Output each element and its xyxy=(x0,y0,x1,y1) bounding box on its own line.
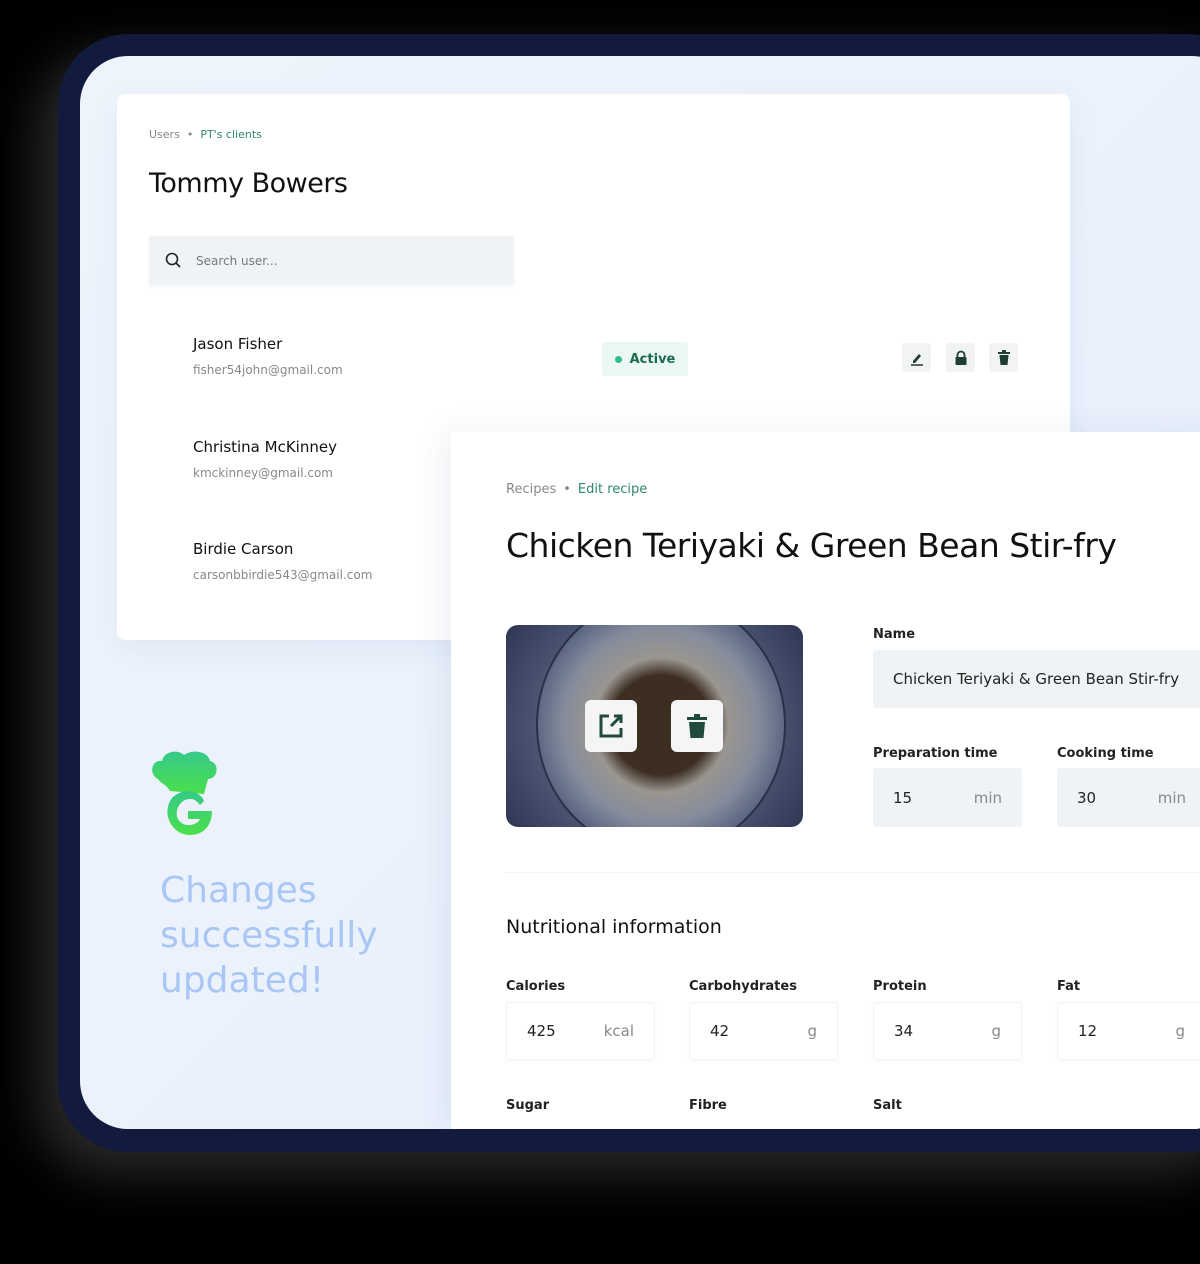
name-value: Chicken Teriyaki & Green Bean Stir-fry xyxy=(893,670,1180,688)
breadcrumb-recipes[interactable]: Recipes xyxy=(506,482,556,497)
protein-unit: g xyxy=(991,1022,1001,1040)
cook-time-label: Cooking time xyxy=(1057,746,1154,761)
breadcrumb-pt-clients[interactable]: PT's clients xyxy=(200,128,262,141)
divider xyxy=(506,872,1200,873)
protein-input[interactable]: 34 g xyxy=(873,1002,1022,1060)
user-name: Birdie Carson xyxy=(193,540,294,558)
recipe-title: Chicken Teriyaki & Green Bean Stir-fry xyxy=(506,526,1117,565)
prep-time-unit: min xyxy=(973,788,1002,807)
carbs-unit: g xyxy=(807,1022,817,1040)
user-email: carsonbbirdie543@gmail.com xyxy=(193,568,373,582)
status-label: Active xyxy=(629,351,676,367)
prep-time-input[interactable]: 15 min xyxy=(873,768,1022,827)
protein-value: 34 xyxy=(894,1022,914,1040)
fat-input[interactable]: 12 g xyxy=(1057,1002,1200,1060)
open-external-icon xyxy=(599,714,623,738)
sugar-label: Sugar xyxy=(506,1098,550,1113)
food-plate xyxy=(536,625,786,827)
cook-time-input[interactable]: 30 min xyxy=(1057,768,1200,827)
success-message: Changes successfully updated! xyxy=(160,870,378,1001)
lock-icon xyxy=(955,350,966,365)
carbs-label: Carbohydrates xyxy=(689,979,797,994)
app-logo xyxy=(148,749,220,841)
prep-time-label: Preparation time xyxy=(873,746,998,761)
prep-time-value: 15 xyxy=(893,788,913,807)
open-image-button[interactable] xyxy=(585,700,637,752)
salt-label: Salt xyxy=(873,1098,902,1113)
lock-button[interactable] xyxy=(946,343,975,372)
breadcrumb: Users • PT's clients xyxy=(149,128,262,141)
carbs-value: 42 xyxy=(710,1022,730,1040)
carbs-input[interactable]: 42 g xyxy=(689,1002,838,1060)
nutrition-title: Nutritional information xyxy=(506,916,722,938)
breadcrumb-edit-recipe[interactable]: Edit recipe xyxy=(578,482,647,497)
fibre-label: Fibre xyxy=(689,1098,727,1113)
breadcrumb: Recipes • Edit recipe xyxy=(506,482,648,497)
recipe-card: Recipes • Edit recipe Chicken Teriyaki & G… xyxy=(451,432,1200,1129)
trash-icon xyxy=(997,350,1010,365)
search-bar xyxy=(149,236,514,285)
search-input[interactable] xyxy=(196,253,496,268)
user-row[interactable]: Jason Fisher fisher54john@gmail.com xyxy=(193,335,343,377)
calories-input[interactable]: 425 kcal xyxy=(506,1002,655,1060)
breadcrumb-users[interactable]: Users xyxy=(149,128,180,141)
cook-time-value: 30 xyxy=(1077,788,1097,807)
user-email: kmckinney@gmail.com xyxy=(193,466,333,480)
protein-label: Protein xyxy=(873,979,927,994)
trash-icon xyxy=(687,714,707,738)
search-icon xyxy=(165,252,181,268)
cook-time-unit: min xyxy=(1157,788,1186,807)
fat-label: Fat xyxy=(1057,979,1081,994)
page-title: Tommy Bowers xyxy=(149,168,348,199)
user-row[interactable]: Christina McKinney kmckinney@gmail.com xyxy=(193,438,337,480)
user-name: Jason Fisher xyxy=(193,335,283,353)
user-row[interactable]: Birdie Carson carsonbbirdie543@gmail.com xyxy=(193,540,372,582)
calories-unit: kcal xyxy=(603,1022,634,1040)
status-badge: Active xyxy=(602,342,688,376)
fat-unit: g xyxy=(1175,1022,1185,1040)
calories-label: Calories xyxy=(506,979,566,994)
user-email: fisher54john@gmail.com xyxy=(193,363,343,377)
name-input[interactable]: Chicken Teriyaki & Green Bean Stir-fry xyxy=(873,650,1200,708)
user-name: Christina McKinney xyxy=(193,438,337,456)
name-label: Name xyxy=(873,627,916,642)
delete-button[interactable] xyxy=(989,343,1018,372)
edit-button[interactable] xyxy=(902,343,931,372)
delete-image-button[interactable] xyxy=(671,700,723,752)
edit-icon xyxy=(910,353,923,366)
status-dot xyxy=(614,355,622,363)
fat-value: 12 xyxy=(1078,1022,1098,1040)
device-screen: Users•PT's clients Tommy Bowers Jason Fi… xyxy=(80,56,1200,1129)
calories-value: 425 xyxy=(527,1022,556,1040)
recipe-image xyxy=(506,625,803,827)
